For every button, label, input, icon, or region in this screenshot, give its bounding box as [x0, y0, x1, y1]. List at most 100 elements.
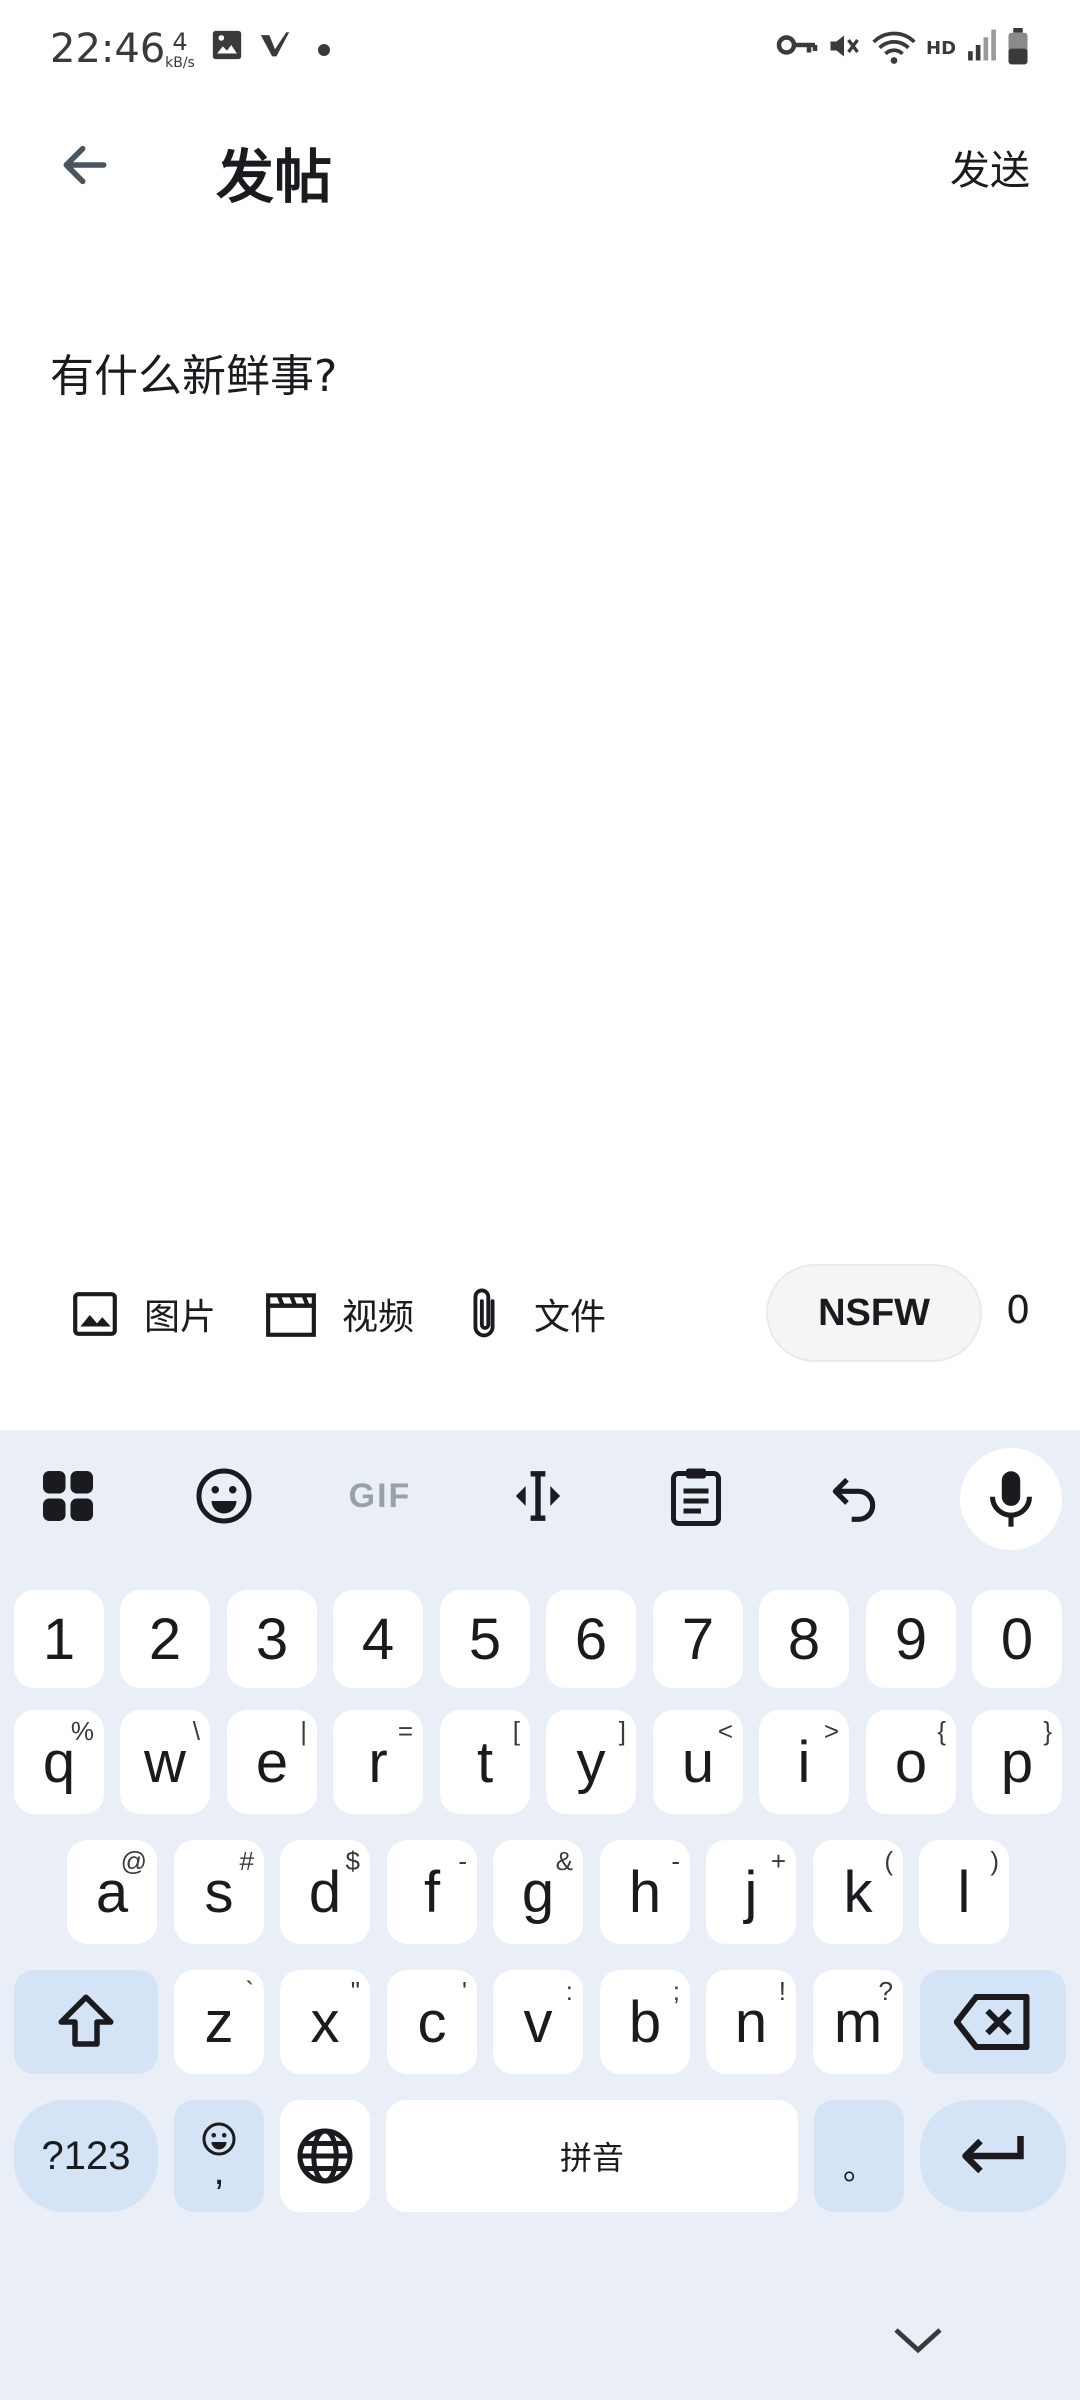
symbols-key-label: ?123: [41, 2133, 131, 2178]
key-9[interactable]: 9: [866, 1590, 956, 1688]
key-i-label: i: [797, 1729, 811, 1795]
character-count: 0: [1006, 1288, 1031, 1332]
gif-label: GIF: [348, 1476, 412, 1515]
key-a[interactable]: a @: [67, 1840, 157, 1944]
chevron-down-icon: [894, 2328, 942, 2354]
key-r[interactable]: r =: [333, 1710, 423, 1814]
hide-keyboard-button[interactable]: [884, 2320, 952, 2360]
key-y[interactable]: y]: [546, 1710, 636, 1814]
space-key-label: 拼音: [559, 2139, 624, 2177]
key-t[interactable]: t[: [440, 1710, 530, 1814]
period-key[interactable]: 。: [814, 2100, 904, 2212]
key-q-hint: %: [70, 1716, 94, 1746]
key-s[interactable]: s #: [174, 1840, 264, 1944]
key-w[interactable]: w \: [120, 1710, 210, 1814]
key-z[interactable]: z `: [174, 1970, 264, 2074]
key-7[interactable]: 7: [653, 1590, 743, 1688]
key-e-label: e: [255, 1729, 289, 1795]
key-o-hint: {: [937, 1716, 946, 1746]
key-o[interactable]: o{: [866, 1710, 956, 1814]
key-e[interactable]: e |: [227, 1710, 317, 1814]
key-m-label: m: [833, 1989, 883, 2055]
language-switch-key[interactable]: [280, 2100, 370, 2212]
shift-key[interactable]: [14, 1970, 158, 2074]
key-p[interactable]: p}: [972, 1710, 1062, 1814]
key-v-label: v: [523, 1989, 553, 2055]
key-l[interactable]: l): [919, 1840, 1009, 1944]
key-g[interactable]: g &: [493, 1840, 583, 1944]
emoji-icon: [196, 1468, 252, 1524]
key-s-label: s: [204, 1859, 234, 1925]
key-d-hint: $: [345, 1846, 360, 1876]
nsfw-toggle-button[interactable]: NSFW: [766, 1264, 982, 1362]
key-n[interactable]: n!: [706, 1970, 796, 2074]
key-p-hint: }: [1043, 1716, 1052, 1746]
key-h-label: h: [628, 1859, 662, 1925]
key-1[interactable]: 1: [14, 1590, 104, 1688]
key-f[interactable]: f-: [387, 1840, 477, 1944]
attach-video-button[interactable]: 视频: [264, 1262, 414, 1366]
backspace-key[interactable]: [920, 1970, 1066, 2074]
undo-icon: [832, 1477, 876, 1522]
post-content-input[interactable]: [50, 340, 1030, 1240]
emoji-toolbar-button[interactable]: [188, 1460, 260, 1532]
symbols-key[interactable]: ?123: [14, 2100, 158, 2212]
key-5[interactable]: 5: [440, 1590, 530, 1688]
key-l-label: l: [957, 1859, 971, 1925]
keyboard-apps-button[interactable]: [32, 1460, 104, 1532]
key-n-label: n: [734, 1989, 768, 2055]
text-cursor-icon: [515, 1471, 561, 1521]
key-t-hint: [: [512, 1716, 520, 1746]
globe-icon: [297, 2128, 353, 2184]
attach-image-label: 图片: [144, 1297, 217, 1338]
key-z-hint: `: [245, 1976, 254, 2006]
key-q[interactable]: q%: [14, 1710, 104, 1814]
key-0[interactable]: 0: [972, 1590, 1062, 1688]
key-p-label: p: [1000, 1729, 1034, 1795]
soft-keyboard: GIF 1 2 3 4 5 6 7 8 9 0 q% w \ e | r = t[ y…: [0, 1430, 1080, 2400]
key-x[interactable]: x ": [280, 1970, 370, 2074]
network-speed: 4 kB/s: [162, 30, 198, 70]
key-d[interactable]: d $: [280, 1840, 370, 1944]
key-6[interactable]: 6: [546, 1590, 636, 1688]
cursor-control-button[interactable]: [502, 1460, 574, 1532]
key-u[interactable]: u <: [653, 1710, 743, 1814]
key-j[interactable]: j +: [706, 1840, 796, 1944]
back-button[interactable]: [46, 126, 124, 204]
key-v[interactable]: v:: [493, 1970, 583, 2074]
key-2[interactable]: 2: [120, 1590, 210, 1688]
key-i[interactable]: i >: [759, 1710, 849, 1814]
hd-indicator: HD: [926, 38, 957, 59]
key-k-hint: (: [884, 1846, 893, 1876]
key-k[interactable]: k(: [813, 1840, 903, 1944]
key-n-hint: !: [778, 1976, 786, 2006]
key-b[interactable]: b;: [600, 1970, 690, 2074]
key-b-label: b: [628, 1989, 662, 2055]
key-c[interactable]: c ': [387, 1970, 477, 2074]
key-8[interactable]: 8: [759, 1590, 849, 1688]
key-t-label: t: [476, 1729, 494, 1795]
page-title: 发帖: [216, 143, 333, 211]
key-a-hint: @: [120, 1846, 147, 1876]
key-f-hint: -: [458, 1846, 467, 1876]
key-h[interactable]: h-: [600, 1840, 690, 1944]
space-key[interactable]: 拼音: [386, 2100, 798, 2212]
undo-button[interactable]: [818, 1460, 890, 1532]
attach-image-button[interactable]: 图片: [70, 1262, 216, 1366]
key-m[interactable]: m?: [813, 1970, 903, 2074]
shift-arrow-icon: [58, 1994, 114, 2047]
key-x-label: x: [310, 1989, 340, 2055]
gif-button[interactable]: GIF: [344, 1460, 416, 1532]
attach-file-button[interactable]: 文件: [464, 1262, 606, 1366]
key-3[interactable]: 3: [227, 1590, 317, 1688]
enter-key[interactable]: [920, 2100, 1066, 2212]
voice-input-button[interactable]: [960, 1448, 1062, 1550]
send-button[interactable]: 发送: [950, 138, 1030, 196]
key-l-hint: ): [990, 1846, 999, 1876]
emoji-comma-key[interactable]: ,: [174, 2100, 264, 2212]
key-4[interactable]: 4: [333, 1590, 423, 1688]
key-m-hint: ?: [878, 1976, 893, 2006]
key-v-hint: :: [565, 1976, 573, 2006]
mute-icon: [826, 28, 862, 68]
clipboard-button[interactable]: [660, 1460, 732, 1532]
